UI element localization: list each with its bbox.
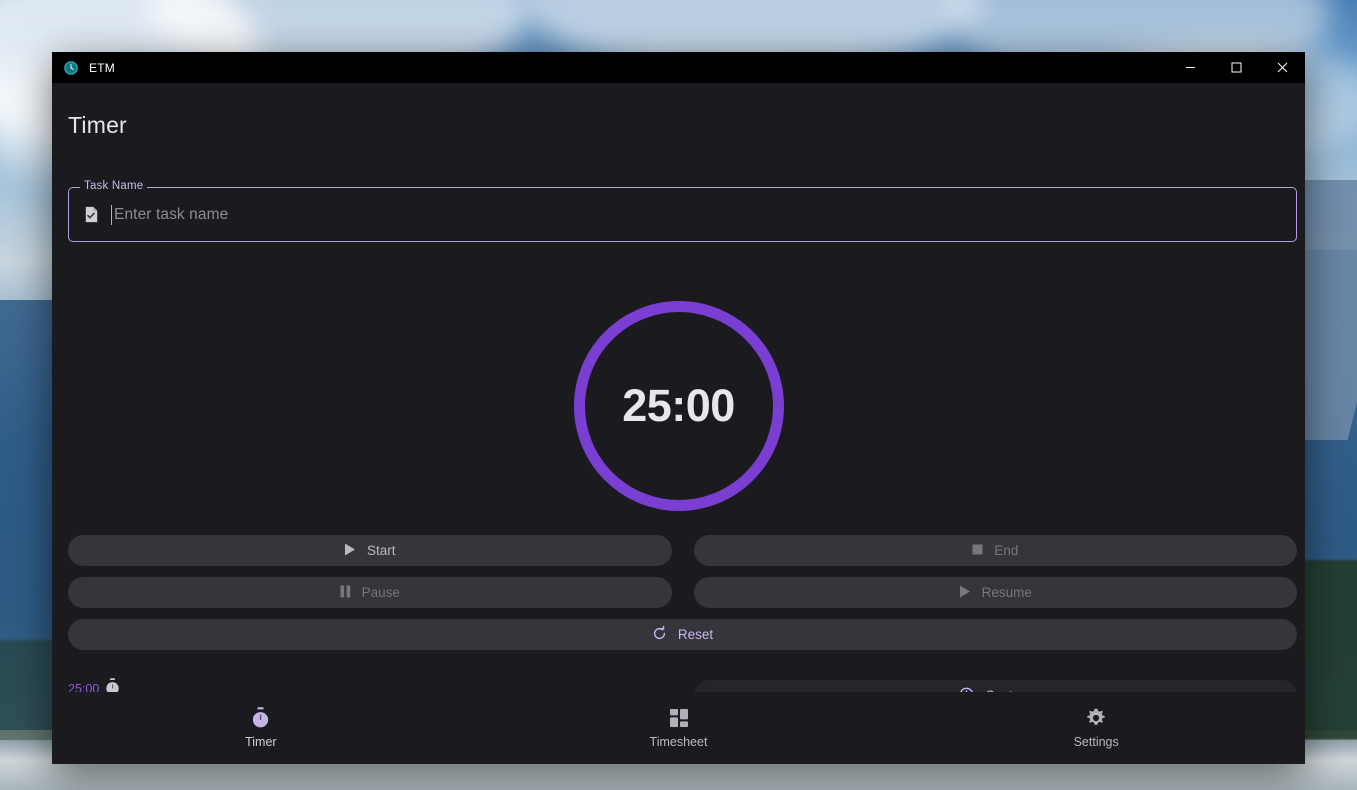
stop-icon	[972, 543, 983, 558]
resume-button[interactable]: Resume	[693, 577, 1297, 608]
pause-button[interactable]: Pause	[68, 577, 672, 608]
nav-item-timer-label: Timer	[245, 734, 277, 749]
stopwatch-icon	[250, 706, 271, 728]
page-title: Timer	[68, 112, 127, 138]
bottom-navigation: Timer Timesheet Settings	[52, 692, 1305, 764]
nav-item-settings-label: Settings	[1073, 734, 1119, 749]
task-document-icon	[81, 205, 101, 225]
primary-controls-row: Start End	[68, 535, 1297, 566]
play-icon	[344, 543, 356, 559]
nav-item-settings[interactable]: Settings	[887, 708, 1305, 749]
app-content: Timer Task Name Enter task name 25:00 St…	[52, 83, 1305, 764]
timer-display-wrap: 25:00	[52, 301, 1305, 511]
app-title: ETM	[89, 60, 115, 75]
reset-button[interactable]: Reset	[68, 619, 1297, 650]
app-window: ETM Timer Task Name Enter task name 25:0…	[52, 52, 1305, 764]
timer-value: 25:00	[622, 380, 735, 431]
reset-button-label: Reset	[677, 627, 714, 642]
desktop-background: ETM Timer Task Name Enter task name 25:0…	[0, 0, 1357, 790]
window-controls	[1167, 52, 1305, 83]
start-button[interactable]: Start	[68, 535, 672, 566]
nav-item-timesheet[interactable]: Timesheet	[470, 708, 888, 749]
end-button-label: End	[994, 543, 1019, 558]
text-cursor	[111, 204, 112, 225]
task-name-label: Task Name	[80, 180, 148, 192]
maximize-button[interactable]	[1213, 52, 1259, 83]
gear-icon	[1086, 708, 1106, 728]
reset-controls-row: Reset	[68, 619, 1297, 650]
nav-item-timer[interactable]: Timer	[52, 706, 470, 749]
task-name-input[interactable]: Enter task name	[114, 206, 228, 224]
close-button[interactable]	[1259, 52, 1305, 83]
task-name-field[interactable]: Task Name Enter task name	[68, 180, 1297, 242]
refresh-icon	[652, 624, 667, 644]
timer-ring: 25:00	[573, 301, 784, 511]
resume-button-label: Resume	[981, 585, 1032, 600]
minimize-button[interactable]	[1167, 52, 1213, 83]
secondary-controls-row: Pause Resume	[68, 577, 1297, 608]
grid-icon	[669, 708, 689, 728]
pause-icon	[340, 585, 351, 601]
title-bar: ETM	[52, 52, 1305, 83]
end-button[interactable]: End	[693, 535, 1297, 566]
nav-item-timesheet-label: Timesheet	[649, 734, 708, 749]
pause-button-label: Pause	[361, 585, 400, 600]
play-icon	[959, 585, 971, 601]
app-icon	[63, 60, 79, 76]
start-button-label: Start	[366, 543, 396, 558]
